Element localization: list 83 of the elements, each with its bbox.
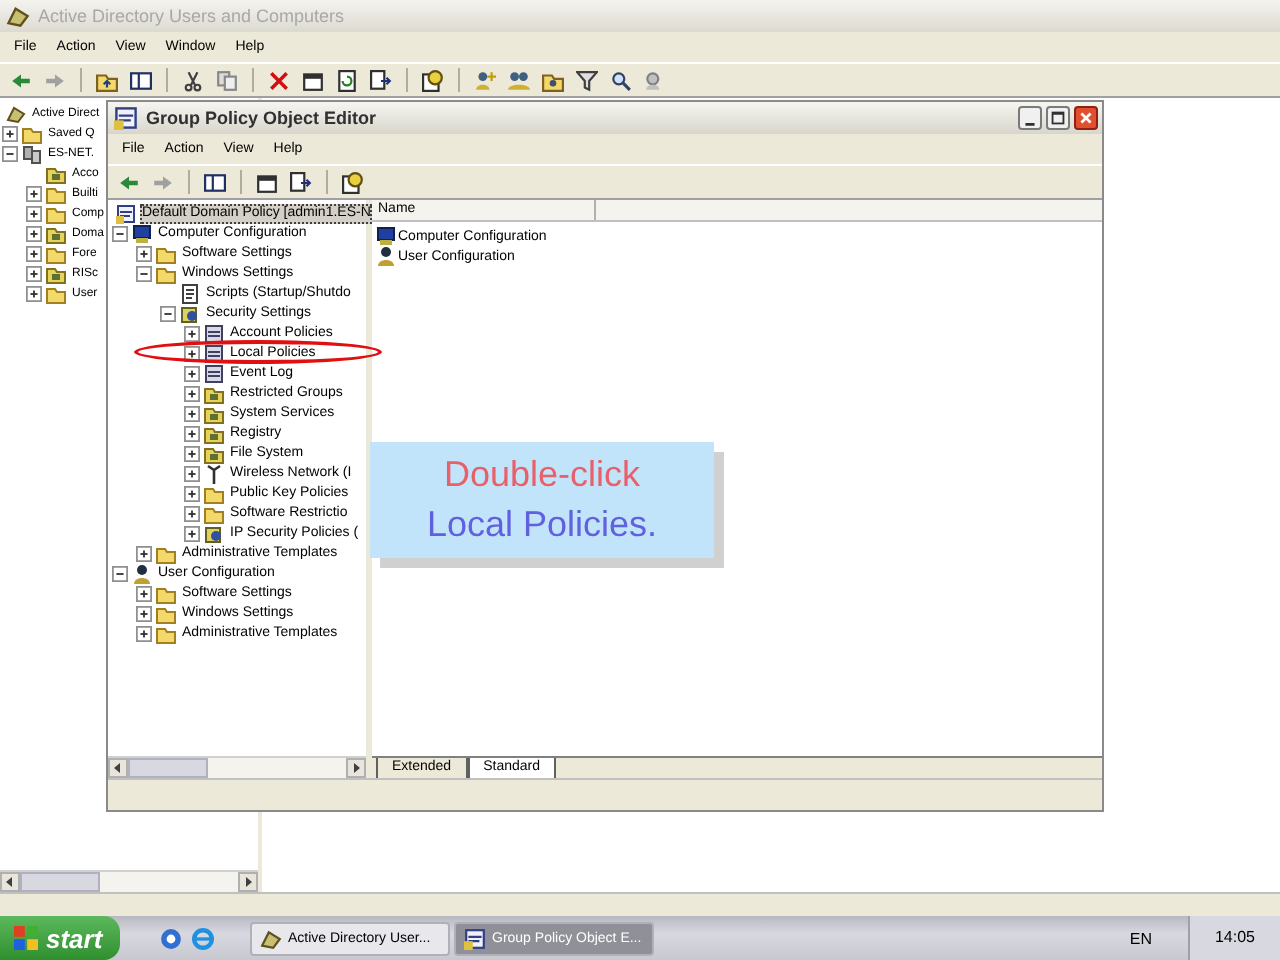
scroll-right-icon[interactable] (238, 872, 258, 892)
scroll-left-icon[interactable] (108, 758, 128, 778)
policy-icon (116, 204, 136, 224)
script-icon (180, 284, 200, 304)
window-title: Active Directory Users and Computers (38, 6, 345, 26)
expand-icon[interactable] (184, 386, 200, 402)
expand-icon[interactable] (26, 226, 42, 242)
maximize-button[interactable] (1046, 106, 1070, 130)
expand-icon[interactable] (136, 246, 152, 262)
properties-icon[interactable] (302, 69, 324, 91)
horizontal-scrollbar[interactable] (108, 756, 366, 778)
folder-icon (204, 384, 224, 404)
pane-icon[interactable] (204, 171, 226, 193)
policy-icon (204, 344, 224, 364)
copy-icon[interactable] (216, 69, 238, 91)
folder-icon (22, 124, 42, 144)
collapse-icon[interactable] (112, 566, 128, 582)
back-icon[interactable] (118, 171, 140, 193)
app-icon[interactable] (160, 927, 182, 949)
find-icon[interactable] (610, 69, 632, 91)
close-button[interactable] (1074, 106, 1098, 130)
export-icon[interactable] (290, 171, 312, 193)
expand-icon[interactable] (184, 466, 200, 482)
expand-icon[interactable] (136, 606, 152, 622)
export-icon[interactable] (370, 69, 392, 91)
folder-icon[interactable] (542, 69, 564, 91)
expand-icon[interactable] (26, 266, 42, 282)
delete-icon[interactable] (268, 69, 290, 91)
scroll-left-icon[interactable] (0, 872, 20, 892)
policy-icon (204, 324, 224, 344)
policy-icon (114, 106, 138, 130)
back-icon[interactable] (10, 69, 32, 91)
expand-icon[interactable] (26, 186, 42, 202)
user-icon (376, 246, 396, 266)
properties-icon[interactable] (256, 171, 278, 193)
instruction-text: Local Policies. (426, 502, 658, 548)
folder-icon (46, 264, 66, 284)
collapse-icon[interactable] (160, 306, 176, 322)
expand-icon[interactable] (184, 486, 200, 502)
expand-icon[interactable] (136, 546, 152, 562)
user-icon[interactable] (474, 69, 496, 91)
policy-icon (204, 364, 224, 384)
computer-icon (132, 224, 152, 244)
clock: 14:05 (1188, 916, 1280, 960)
refresh-icon[interactable] (336, 69, 358, 91)
folder-up-icon[interactable] (96, 69, 118, 91)
collapse-icon[interactable] (136, 266, 152, 282)
folder-icon (46, 224, 66, 244)
collapse-icon[interactable] (2, 146, 18, 162)
expand-icon[interactable] (184, 506, 200, 522)
expand-icon[interactable] (26, 206, 42, 222)
expand-icon[interactable] (184, 326, 200, 342)
expand-icon[interactable] (184, 426, 200, 442)
horizontal-scrollbar[interactable] (0, 870, 258, 892)
help-icon[interactable] (422, 69, 444, 91)
expand-icon[interactable] (136, 586, 152, 602)
folder-icon (46, 164, 66, 184)
folder-icon (204, 424, 224, 444)
window-title: Group Policy Object Editor (146, 108, 379, 128)
expand-icon[interactable] (26, 246, 42, 262)
expand-icon[interactable] (2, 126, 18, 142)
scroll-right-icon[interactable] (346, 758, 366, 778)
user-icon (132, 564, 152, 584)
help-icon[interactable] (342, 171, 364, 193)
minimize-button[interactable] (1018, 106, 1042, 130)
expand-icon[interactable] (184, 526, 200, 542)
folder-icon (204, 444, 224, 464)
expand-icon[interactable] (26, 286, 42, 302)
computer-icon (376, 226, 396, 246)
expand-icon[interactable] (184, 366, 200, 382)
windows-logo-icon (14, 926, 38, 950)
cut-icon[interactable] (182, 69, 204, 91)
expand-icon[interactable] (184, 446, 200, 462)
language-indicator[interactable]: EN (1093, 929, 1188, 947)
folder-icon (204, 404, 224, 424)
pane-icon[interactable] (130, 69, 152, 91)
expand-icon[interactable] (136, 626, 152, 642)
filter-icon[interactable] (576, 69, 598, 91)
instruction-text: Double-click (443, 452, 641, 498)
expand-icon[interactable] (184, 406, 200, 422)
policy-icon (464, 927, 486, 949)
antenna-icon (204, 464, 224, 484)
collapse-icon[interactable] (112, 226, 128, 242)
